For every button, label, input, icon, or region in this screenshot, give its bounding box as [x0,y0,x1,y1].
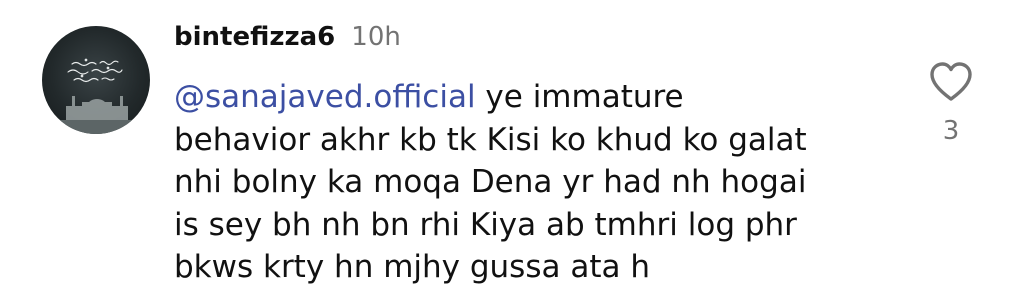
avatar[interactable] [42,26,150,134]
comment-line: bkws krty hn mjhy gussa ata h [174,249,650,285]
comment-header: bintefizza6 10h [174,22,401,62]
like-button[interactable] [928,60,974,104]
username[interactable]: bintefizza6 [174,22,335,52]
heart-outline-icon [930,62,972,101]
comment-line: is sey bh nh bn rhi Kiya ab tmhri log ph… [174,206,797,243]
comment-line: ye immature [475,79,684,115]
comment-item: bintefizza6 10h @sanajaved.official ye i… [0,0,1024,299]
comment-text: @sanajaved.official ye immature behavior… [174,76,914,289]
comment-line: nhi bolny ka moqa Dena yr had nh hogai [174,164,807,200]
mention-link[interactable]: @sanajaved.official [174,79,476,115]
comment-line: behavior akhr kb tk Kisi ko khud ko gala… [174,121,807,158]
timestamp: 10h [351,22,401,52]
avatar-image [42,58,150,134]
like-count: 3 [942,116,960,146]
